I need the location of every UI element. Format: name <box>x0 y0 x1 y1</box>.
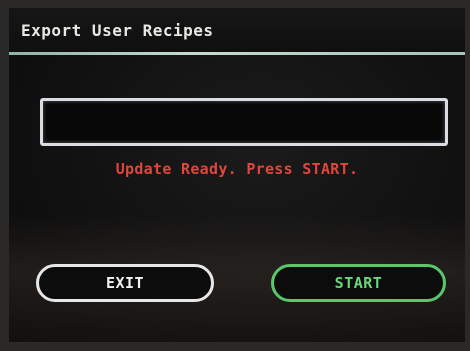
device-photo: Export User Recipes Update Ready. Press … <box>0 0 470 351</box>
device-screen: Export User Recipes Update Ready. Press … <box>9 8 465 342</box>
status-message: Update Ready. Press START. <box>115 160 359 178</box>
exit-button-label: EXIT <box>105 274 145 292</box>
progress-field <box>40 98 448 146</box>
page-title: Export User Recipes <box>21 21 214 40</box>
title-divider <box>9 52 465 55</box>
exit-button[interactable]: EXIT <box>36 264 214 302</box>
title-bar: Export User Recipes <box>9 8 465 52</box>
start-button-label: START <box>334 274 383 292</box>
start-button[interactable]: START <box>271 264 446 302</box>
